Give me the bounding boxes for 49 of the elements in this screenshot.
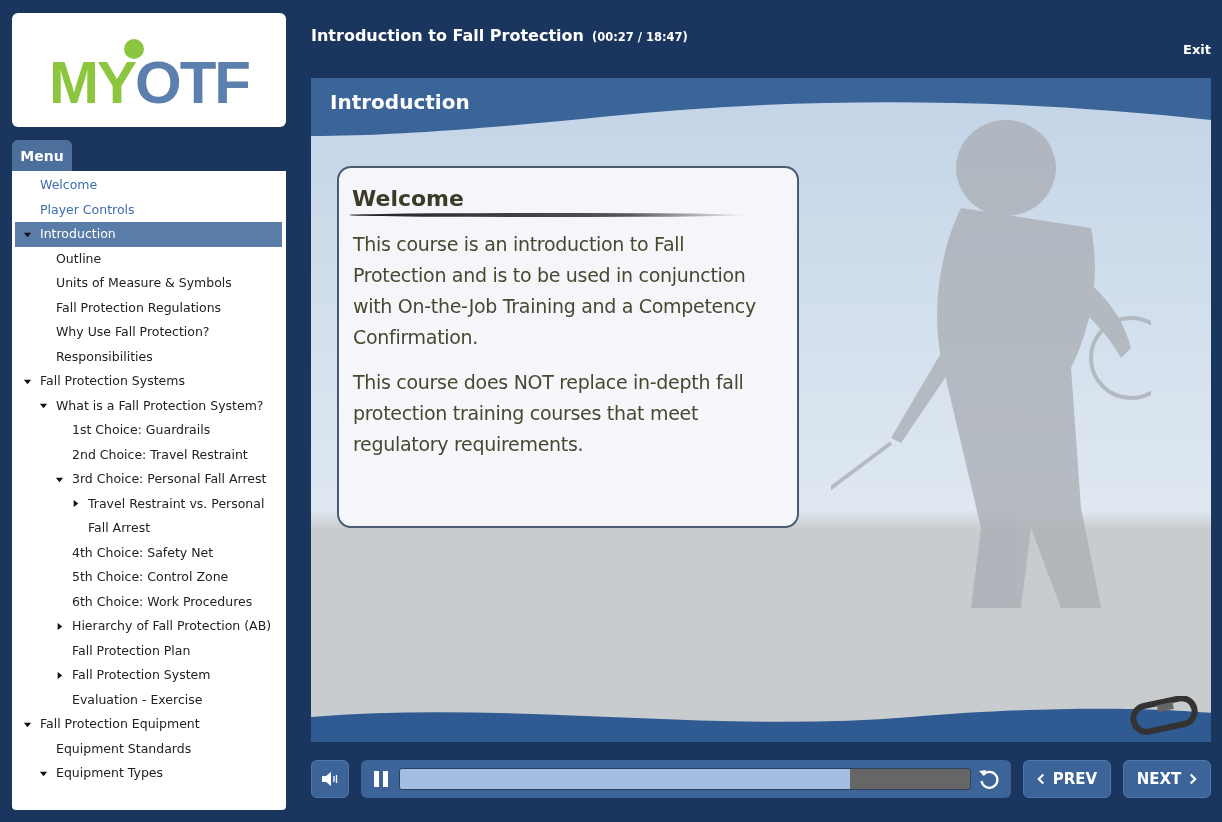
menu-item[interactable]: Units of Measure & Symbols [15, 271, 282, 296]
collapsed-arrow-icon[interactable] [55, 670, 64, 680]
menu-item[interactable]: Equipment Types [15, 761, 282, 786]
logo-rest-text: OTF [135, 53, 249, 113]
menu-item[interactable]: Fall Protection Regulations [15, 295, 282, 320]
chevron-left-icon [1036, 773, 1046, 785]
next-button[interactable]: NEXT [1123, 760, 1211, 798]
figure-head-icon [124, 39, 144, 59]
pause-icon [371, 769, 391, 789]
menu-item[interactable]: Travel Restraint vs. Personal Fall Arrest [15, 491, 282, 541]
course-time: (00:27 / 18:47) [591, 30, 688, 44]
menu-item[interactable]: Fall Protection Systems [15, 369, 282, 394]
menu-item[interactable]: Outline [15, 246, 282, 271]
menu-item[interactable]: Responsibilities [15, 344, 282, 369]
menu-tab[interactable]: Menu [12, 140, 72, 171]
carabiner-icon [1129, 696, 1199, 736]
menu-item[interactable]: 4th Choice: Safety Net [15, 540, 282, 565]
menu-item[interactable]: Why Use Fall Protection? [15, 320, 282, 345]
menu-item[interactable]: Fall Protection Plan [15, 638, 282, 663]
menu-item[interactable]: Hierarchy of Fall Protection (AB) [15, 614, 282, 639]
prev-button[interactable]: PREV [1023, 760, 1111, 798]
menu-item[interactable]: 2nd Choice: Travel Restraint [15, 442, 282, 467]
menu-item[interactable]: 5th Choice: Control Zone [15, 565, 282, 590]
expanded-arrow-icon[interactable] [39, 401, 48, 411]
menu-item[interactable]: Player Controls [15, 197, 282, 222]
menu-item[interactable]: Welcome [15, 173, 282, 198]
course-title: Introduction to Fall Protection [311, 26, 584, 45]
replay-icon[interactable] [977, 767, 1001, 791]
menu-item[interactable]: Fall Protection Equipment [15, 712, 282, 737]
speaker-icon [320, 769, 340, 789]
menu-item[interactable]: 6th Choice: Work Procedures [15, 589, 282, 614]
menu-item[interactable]: Fall Protection System [15, 663, 282, 688]
chevron-right-icon [1188, 773, 1198, 785]
menu-item[interactable]: 1st Choice: Guardrails [15, 418, 282, 443]
volume-button[interactable] [311, 760, 349, 798]
slide-heading: Introduction [330, 90, 470, 114]
logo-lead-text: MY [49, 53, 135, 113]
menu-item[interactable]: 3rd Choice: Personal Fall Arrest [15, 467, 282, 492]
exit-link[interactable]: Exit [1183, 0, 1211, 78]
menu-item[interactable]: Equipment Standards [15, 736, 282, 761]
progress-track[interactable] [399, 768, 971, 790]
menu-item[interactable]: Introduction [15, 222, 282, 247]
collapsed-arrow-icon[interactable] [55, 621, 64, 631]
paragraph: This course does NOT replace in-depth fall protection training courses that meet regulatory requirements. [353, 370, 745, 457]
paragraph: This course is an introduction to Fall Protection and is to be used in conjunction with On-the-Job Training and a Competency Confirmation. [353, 232, 757, 350]
menu-item[interactable]: Evaluation - Exercise [15, 687, 282, 712]
menu-item[interactable]: What is a Fall Protection System? [15, 393, 282, 418]
card-title: Welcome [352, 186, 465, 211]
collapsed-arrow-icon[interactable] [71, 499, 80, 509]
